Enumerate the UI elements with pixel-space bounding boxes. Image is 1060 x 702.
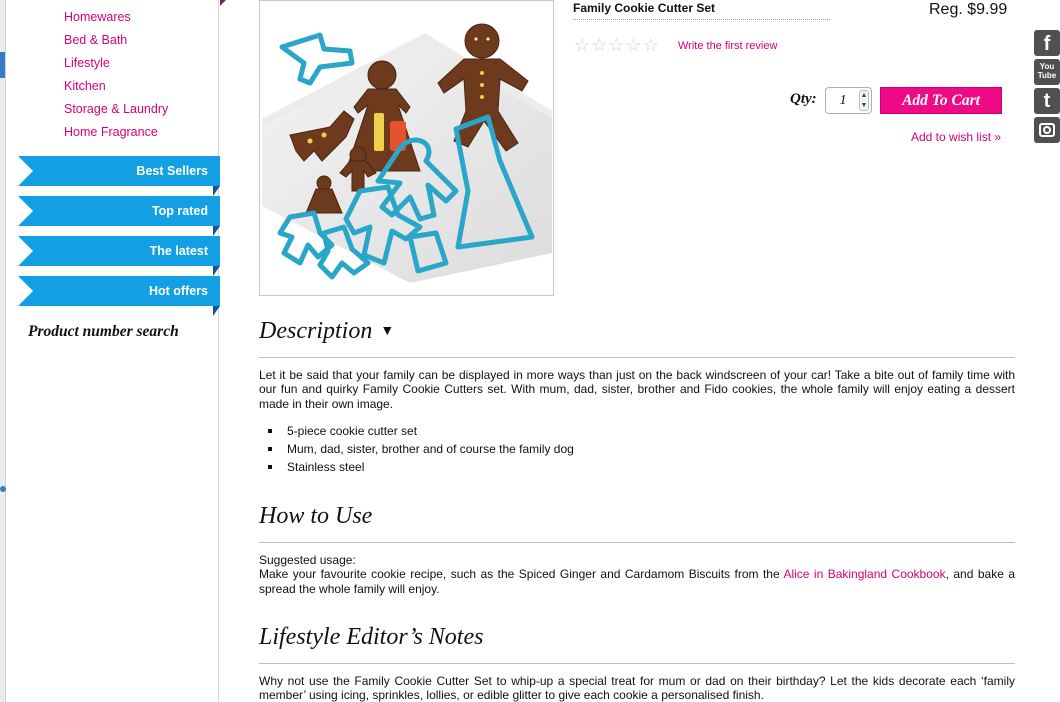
description-text: Let it be said that your family can be d… (259, 368, 1015, 411)
best-sellers-ribbon[interactable]: Best Sellers (18, 156, 220, 186)
top-rated-ribbon[interactable]: Top rated (18, 196, 220, 226)
quantity-stepper[interactable]: ▲ ▼ (825, 87, 872, 114)
youtube-icon[interactable]: You Tube (1034, 59, 1060, 85)
description-heading[interactable]: Description ▼ (259, 318, 394, 345)
feature-list: 5-piece cookie cutter set Mum, dad, sist… (268, 422, 574, 476)
add-to-cart-button[interactable]: Add To Cart (880, 87, 1002, 114)
hot-offers-ribbon[interactable]: Hot offers (18, 276, 220, 306)
qty-label: Qty: (790, 91, 817, 107)
write-first-review-link[interactable]: Write the first review (678, 40, 777, 52)
collapse-arrow-icon[interactable]: ▼ (380, 324, 394, 339)
how-to-use-text-before: Make your favourite cookie recipe, such … (259, 567, 784, 582)
category-link-homewares[interactable]: Homewares (64, 9, 168, 32)
the-latest-ribbon[interactable]: The latest (18, 236, 220, 266)
category-link-storage-laundry[interactable]: Storage & Laundry (64, 101, 168, 124)
corner-mark (220, 0, 226, 6)
quantity-spinner[interactable]: ▲ ▼ (859, 90, 869, 111)
youtube-label-top: You (1039, 62, 1055, 71)
star-empty-icon[interactable]: ☆ (574, 36, 590, 54)
increment-arrow-icon[interactable]: ▲ (860, 91, 868, 101)
description-title: Description (259, 318, 373, 344)
facebook-icon[interactable]: f (1034, 30, 1060, 56)
product-image[interactable] (259, 0, 554, 296)
editors-notes-text: Why not use the Family Cookie Cutter Set… (259, 674, 1015, 702)
section-divider (259, 663, 1015, 664)
category-list: Homewares Bed & Bath Lifestyle Kitchen S… (64, 9, 168, 147)
how-to-use-heading: How to Use (259, 503, 373, 529)
category-link-bed-bath[interactable]: Bed & Bath (64, 32, 168, 55)
product-number-search-heading[interactable]: Product number search (28, 323, 179, 341)
star-empty-icon[interactable]: ☆ (591, 36, 607, 54)
youtube-label-bottom: Tube (1037, 71, 1057, 80)
suggested-usage-label: Suggested usage: (259, 553, 356, 567)
editors-notes-heading: Lifestyle Editor’s Notes (259, 624, 484, 650)
instagram-icon[interactable] (1034, 117, 1060, 143)
feature-item: Mum, dad, sister, brother and of course … (268, 440, 574, 458)
section-divider (259, 357, 1015, 358)
how-to-use-body: Make your favourite cookie recipe, such … (259, 567, 1015, 596)
add-to-wishlist-link[interactable]: Add to wish list » (911, 130, 1001, 144)
product-title: Family Cookie Cutter Set (573, 1, 716, 15)
category-link-lifestyle[interactable]: Lifestyle (64, 55, 168, 78)
title-divider (573, 19, 830, 20)
category-link-kitchen[interactable]: Kitchen (64, 78, 168, 101)
cookbook-link[interactable]: Alice in Bakingland Cookbook (783, 567, 945, 581)
cookie-cutter-illustration (260, 1, 553, 295)
section-divider (259, 542, 1015, 543)
product-price: Reg. $9.99 (929, 1, 1008, 18)
how-to-use-text: Suggested usage: Make your favourite coo… (259, 553, 1015, 596)
rating-stars[interactable]: ☆ ☆ ☆ ☆ ☆ (574, 36, 659, 54)
social-links: f You Tube t (1034, 30, 1060, 146)
star-empty-icon[interactable]: ☆ (643, 36, 659, 54)
feature-item: Stainless steel (268, 458, 574, 476)
sidebar: Homewares Bed & Bath Lifestyle Kitchen S… (6, 0, 219, 702)
star-empty-icon[interactable]: ☆ (608, 36, 624, 54)
decrement-arrow-icon[interactable]: ▼ (860, 101, 868, 111)
star-empty-icon[interactable]: ☆ (625, 36, 641, 54)
quantity-input[interactable] (826, 88, 860, 113)
feature-item: 5-piece cookie cutter set (268, 422, 574, 440)
category-link-home-fragrance[interactable]: Home Fragrance (64, 124, 168, 147)
twitter-icon[interactable]: t (1034, 88, 1060, 114)
